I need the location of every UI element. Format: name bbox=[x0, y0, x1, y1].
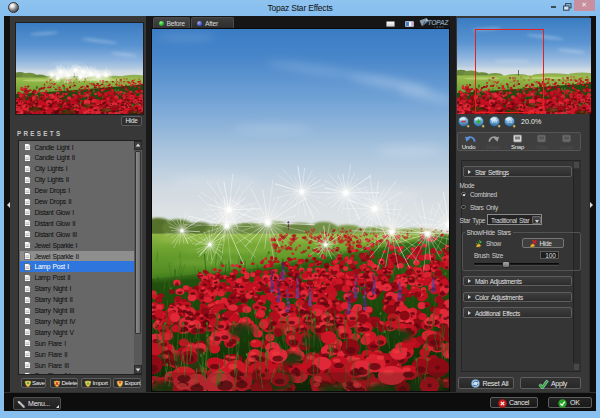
svg-text:TOPAZ: TOPAZ bbox=[427, 18, 449, 25]
svg-text:1:1: 1:1 bbox=[507, 120, 512, 124]
svg-text:FIT: FIT bbox=[491, 120, 497, 124]
